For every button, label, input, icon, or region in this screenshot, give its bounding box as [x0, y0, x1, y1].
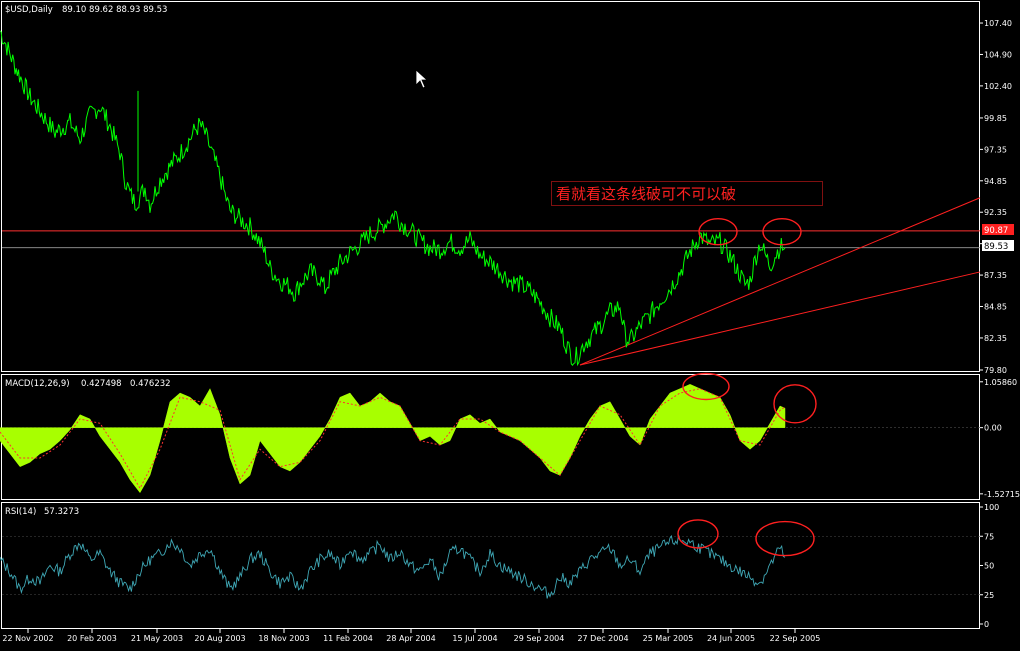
rsi-title: RSI(14) — [5, 507, 36, 517]
time-tick-label-12: 22 Sep 2005 — [770, 634, 821, 643]
rsi-highlight-circle-0 — [677, 519, 719, 549]
macd-tick-label-1: 0.00 — [984, 424, 1002, 433]
rsi-panel: 100 75 50 25 0 — [0, 503, 999, 629]
time-tick-label-7: 15 Jul 2004 — [452, 634, 497, 643]
time-tick-label-4: 18 Nov 2003 — [258, 634, 309, 643]
price-title: $USD,Daily — [5, 5, 53, 15]
price-tick-label-9: 84.85 — [984, 303, 1007, 312]
time-tick-label-6: 28 Apr 2004 — [386, 634, 435, 643]
trading-chart[interactable]: 107.40 104.90 102.40 99.85 97.35 94.85 92.35 89… — [0, 0, 1020, 647]
rsi-highlight-circle-1 — [755, 520, 815, 557]
rsi-value: 57.3273 — [44, 507, 79, 517]
macd-histogram — [0, 384, 786, 494]
price-highlight-circle-0 — [698, 218, 738, 246]
time-tick-label-5: 11 Feb 2004 — [323, 634, 373, 643]
trendline-1 — [579, 271, 981, 366]
rsi-tick-label-2: 50 — [984, 562, 994, 571]
rsi-tick-label-1: 75 — [984, 532, 994, 541]
macd-title: MACD(12,26,9) — [5, 379, 70, 389]
price-panel-frame — [1, 1, 980, 372]
macd-panel: 1.05860 0.00 -1.52715 — [0, 372, 1020, 499]
time-tick-label-1: 20 Feb 2003 — [67, 634, 117, 643]
price-tick-label-5: 94.85 — [984, 177, 1007, 186]
rsi-tick-label-4: 0 — [984, 620, 989, 629]
macd-value-2: 0.476232 — [130, 379, 171, 389]
price-tick-label-10: 82.35 — [984, 334, 1007, 343]
price-tick-label-3: 99.85 — [984, 114, 1007, 123]
price-tick-label-4: 97.35 — [984, 145, 1007, 154]
macd-tick-label-0: 1.05860 — [984, 378, 1017, 387]
mouse-cursor-icon — [415, 69, 429, 89]
time-tick-label-0: 22 Nov 2002 — [2, 634, 53, 643]
time-tick-label-2: 21 May 2003 — [131, 634, 183, 643]
price-tick-label-8: 87.35 — [984, 271, 1007, 280]
time-tick-label-10: 25 Mar 2005 — [643, 634, 694, 643]
price-panel: 107.40 104.90 102.40 99.85 97.35 94.85 92.35 89… — [0, 19, 1012, 375]
current-price-tag: 89.53 — [984, 242, 1008, 252]
chart-window[interactable]: 107.40 104.90 102.40 99.85 97.35 94.85 92.35 89… — [0, 0, 1020, 647]
macd-highlight-circle-1 — [773, 384, 817, 424]
price-tick-label-11: 79.80 — [984, 366, 1007, 375]
trendline-0 — [579, 197, 981, 366]
annotation-text: 看就看这条线破可不可以破 — [556, 185, 736, 203]
time-tick-label-3: 20 Aug 2003 — [194, 634, 245, 643]
price-tick-label-6: 92.35 — [984, 208, 1007, 217]
rsi-series-line — [0, 534, 786, 599]
macd-value-1: 0.427498 — [81, 379, 122, 389]
time-axis: 22 Nov 2002 20 Feb 2003 21 May 2003 20 Aug … — [2, 629, 820, 643]
price-tick-label-2: 102.40 — [984, 82, 1012, 91]
time-tick-label-8: 29 Sep 2004 — [514, 634, 565, 643]
time-tick-label-9: 27 Dec 2004 — [577, 634, 628, 643]
macd-tick-label-2: -1.52715 — [984, 490, 1020, 499]
resistance-tag: 90.87 — [984, 226, 1008, 236]
price-tick-label-1: 104.90 — [984, 50, 1012, 59]
rsi-tick-label-0: 100 — [984, 503, 999, 512]
time-tick-label-11: 24 Jun 2005 — [707, 634, 755, 643]
rsi-panel-frame — [1, 502, 980, 629]
price-ohlc: 89.10 89.62 88.93 89.53 — [62, 5, 167, 15]
price-tick-label-0: 107.40 — [984, 19, 1012, 28]
rsi-tick-label-3: 25 — [984, 591, 994, 600]
